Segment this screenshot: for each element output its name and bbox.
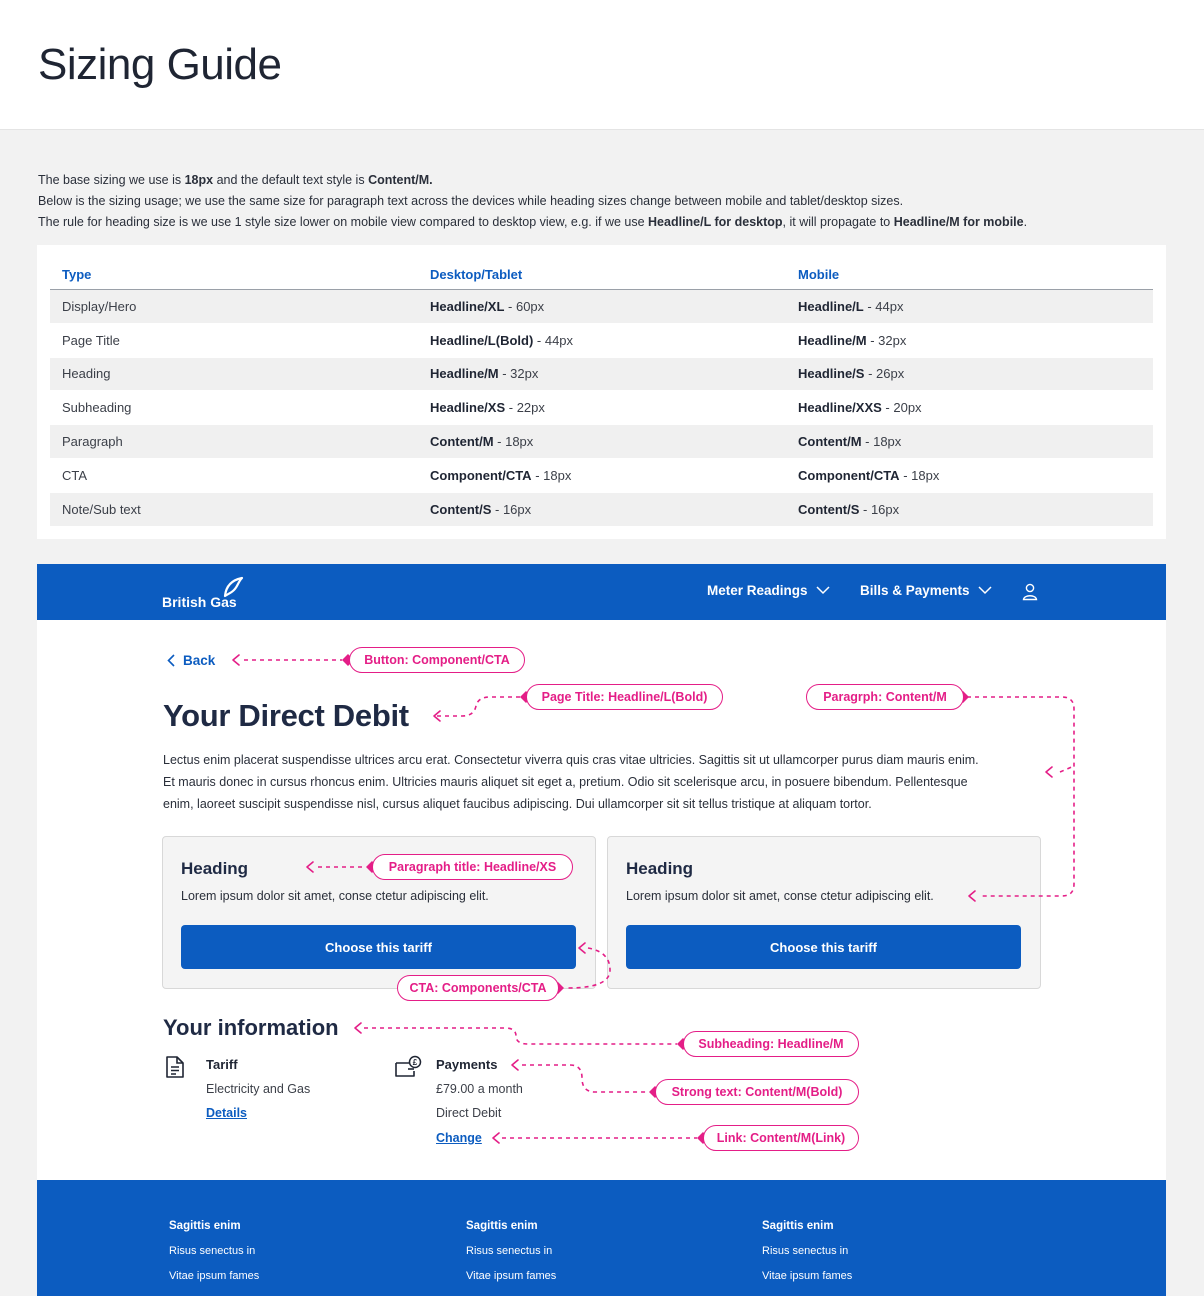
cell-type: Display/Hero xyxy=(62,298,137,314)
card-heading: Heading xyxy=(626,859,694,878)
sizing-table-card: Type Desktop/Tablet Mobile Display/Hero H… xyxy=(37,245,1166,539)
intro-line-2: Below is the sizing usage; we use the sa… xyxy=(38,194,904,208)
title-band: Sizing Guide xyxy=(0,0,1204,130)
footer-heading: Sagittis enim xyxy=(762,1220,834,1232)
cell-desktop: Headline/M - 32px xyxy=(430,366,539,382)
cell-mobile: Headline/S - 26px xyxy=(798,366,905,382)
back-label: Back xyxy=(183,653,216,668)
change-link[interactable]: Change xyxy=(436,1131,482,1145)
back-button[interactable]: Back xyxy=(167,653,215,668)
cell-mobile: Component/CTA - 18px xyxy=(798,467,940,483)
lead-paragraph: Lectus enim placerat suspendisse ultrice… xyxy=(163,749,1043,815)
cell-desktop: Headline/XS - 22px xyxy=(430,400,545,416)
tariff-title: Tariff xyxy=(206,1057,238,1072)
card-text: Lorem ipsum dolor sit amet, conse ctetur… xyxy=(626,889,934,903)
footer-column: Sagittis enim Risus senectus in Vitae ip… xyxy=(762,1220,852,1295)
cell-type: Paragraph xyxy=(62,434,123,450)
nav-meter-readings[interactable]: Meter Readings xyxy=(707,583,830,598)
direct-debit-title: Your Direct Debit xyxy=(163,698,409,733)
lead-line: Lectus enim placerat suspendisse ultrice… xyxy=(163,753,979,767)
cell-type: Subheading xyxy=(62,400,132,416)
british-gas-logo[interactable]: British Gas xyxy=(162,576,252,612)
site-footer: Sagittis enim Risus senectus in Vitae ip… xyxy=(37,1180,1166,1296)
page-title: Sizing Guide xyxy=(38,40,282,89)
table-row: Display/Hero Headline/XL - 60px Headline/L… xyxy=(50,290,1153,324)
cell-type: Heading xyxy=(62,366,111,382)
example-page: British Gas Meter Readings Bills & Payme… xyxy=(37,564,1166,1296)
sizing-table: Type Desktop/Tablet Mobile Display/Hero H… xyxy=(50,259,1153,527)
lead-line: Et mauris donec in cursus rhoncus enim. … xyxy=(163,775,968,789)
footer-heading: Sagittis enim xyxy=(169,1220,241,1232)
cell-desktop: Content/M - 18px xyxy=(430,434,534,450)
chevron-down-icon xyxy=(816,586,830,595)
top-navigation: British Gas Meter Readings Bills & Payme… xyxy=(37,564,1166,620)
your-information-title: Your information xyxy=(163,1015,339,1040)
nav-meter-label: Meter Readings xyxy=(707,583,808,598)
cell-type: Note/Sub text xyxy=(62,501,141,517)
intro-line-1: The base sizing we use is 18px and the d… xyxy=(38,173,433,187)
table-row: Subheading Headline/XS - 22px Headline/XXS… xyxy=(50,391,1153,426)
table-row: Heading Headline/M - 32px Headline/S - 26p… xyxy=(50,357,1153,392)
intro-line-3: The rule for heading size is we use 1 st… xyxy=(38,215,1028,229)
footer-link[interactable]: Risus senectus in xyxy=(169,1245,259,1270)
cell-mobile: Content/S - 16px xyxy=(798,501,900,517)
footer-column: Sagittis enim Risus senectus in Vitae ip… xyxy=(169,1220,259,1295)
cell-type: Page Title xyxy=(62,332,120,348)
intro-text: The base sizing we use is 18px and the d… xyxy=(38,170,1178,233)
table-row: CTA Component/CTA - 18px Component/CTA - 1… xyxy=(50,459,1153,493)
cell-type: CTA xyxy=(62,467,88,483)
card-text: Lorem ipsum dolor sit amet, conse ctetur… xyxy=(181,889,489,903)
cell-mobile: Headline/XXS - 20px xyxy=(798,400,922,416)
card-heading: Heading xyxy=(181,859,249,878)
choose-tariff-button[interactable]: Choose this tariff xyxy=(626,925,1021,969)
tariff-value: Electricity and Gas xyxy=(206,1082,311,1096)
payments-amount: £79.00 a month xyxy=(436,1082,523,1096)
footer-link[interactable]: Vitae ipsum fames xyxy=(762,1270,852,1295)
column-header-desktop: Desktop/Tablet xyxy=(430,266,523,282)
payments-method: Direct Debit xyxy=(436,1106,502,1120)
cell-mobile: Headline/M - 32px xyxy=(798,332,907,348)
cell-desktop: Headline/L(Bold) - 44px xyxy=(430,332,574,348)
lead-line: enim, laoreet suscipit suspendisse nisl,… xyxy=(163,797,872,811)
choose-tariff-button[interactable]: Choose this tariff xyxy=(181,925,576,969)
table-row: Page Title Headline/L(Bold) - 44px Headlin… xyxy=(50,324,1153,358)
footer-link[interactable]: Vitae ipsum fames xyxy=(169,1270,259,1295)
cell-desktop: Content/S - 16px xyxy=(430,501,532,517)
account-icon[interactable] xyxy=(1022,583,1038,601)
cell-desktop: Headline/XL - 60px xyxy=(430,298,545,314)
nav-bills-label: Bills & Payments xyxy=(860,583,970,598)
nav-bills-payments[interactable]: Bills & Payments xyxy=(860,583,992,598)
table-header-row: Type Desktop/Tablet Mobile xyxy=(50,259,1153,290)
table-row: Note/Sub text Content/S - 16px Content/S -… xyxy=(50,492,1153,527)
payments-title: Payments xyxy=(436,1057,498,1072)
footer-link[interactable]: Vitae ipsum fames xyxy=(466,1270,556,1295)
column-header-type: Type xyxy=(62,266,92,282)
footer-link[interactable]: Risus senectus in xyxy=(762,1245,852,1270)
svg-text:£: £ xyxy=(413,1058,418,1067)
details-link[interactable]: Details xyxy=(206,1106,247,1120)
footer-heading: Sagittis enim xyxy=(466,1220,538,1232)
chevron-left-icon xyxy=(167,654,175,667)
table-row: Paragraph Content/M - 18px Content/M - 18p… xyxy=(50,425,1153,459)
chevron-down-icon xyxy=(978,586,992,595)
column-header-mobile: Mobile xyxy=(798,266,840,282)
document-icon xyxy=(166,1056,184,1078)
tariff-card: Heading Lorem ipsum dolor sit amet, cons… xyxy=(607,836,1041,989)
cell-mobile: Headline/L - 44px xyxy=(798,298,904,314)
cell-desktop: Component/CTA - 18px xyxy=(430,467,572,483)
footer-link[interactable]: Risus senectus in xyxy=(466,1245,556,1270)
logo-wordmark: British Gas xyxy=(162,594,237,610)
wallet-pound-icon: £ xyxy=(395,1055,422,1077)
tariff-card: Heading Lorem ipsum dolor sit amet, cons… xyxy=(162,836,596,989)
cell-mobile: Content/M - 18px xyxy=(798,434,902,450)
footer-column: Sagittis enim Risus senectus in Vitae ip… xyxy=(466,1220,556,1295)
